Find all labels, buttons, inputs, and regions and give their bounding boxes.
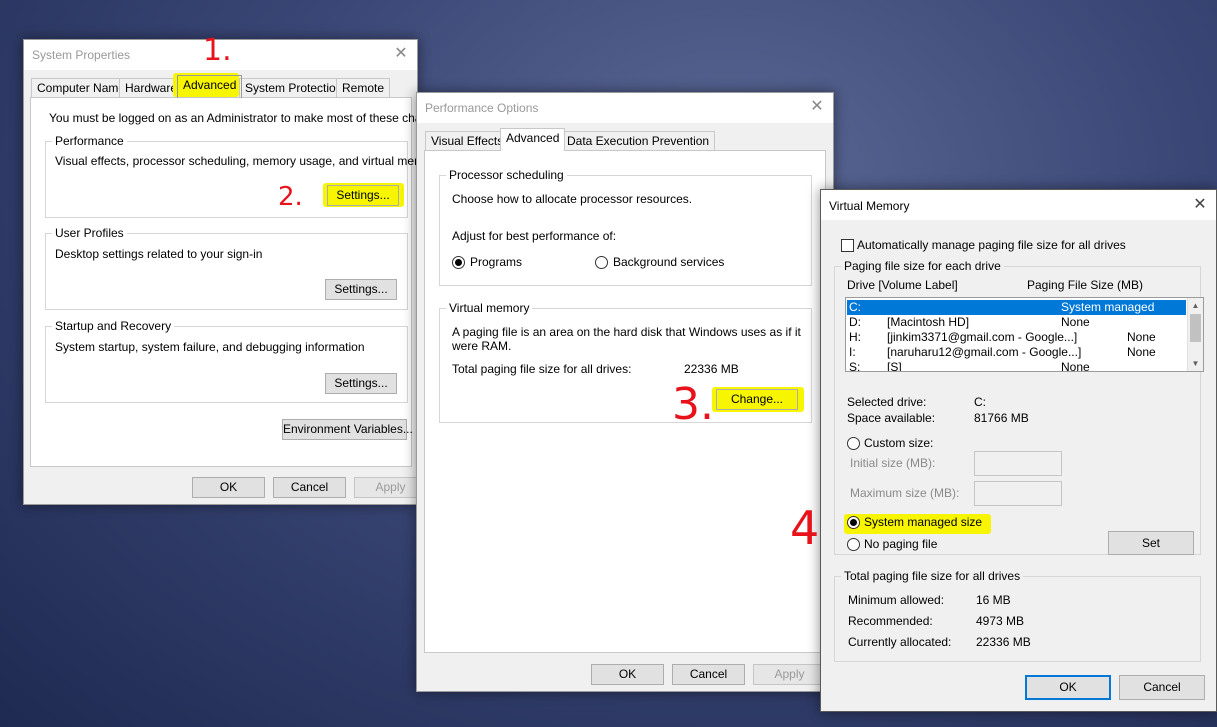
close-icon[interactable]: ✕ — [391, 44, 411, 64]
user-profiles-settings-button[interactable]: Settings... — [325, 279, 397, 300]
performance-options-title: Performance Options — [425, 101, 539, 115]
space-available-label: Space available: — [847, 411, 936, 425]
no-paging-file-radio[interactable] — [847, 538, 860, 551]
total-paging-value: 22336 MB — [684, 362, 739, 376]
total-paging-group: Total paging file size for all drives Mi… — [834, 569, 1201, 662]
environment-variables-button[interactable]: Environment Variables... — [282, 419, 413, 440]
total-paging-group-label: Total paging file size for all drives — [841, 569, 1024, 583]
initial-size-input[interactable] — [974, 451, 1062, 476]
performance-group: Performance Visual effects, processor sc… — [45, 134, 441, 218]
virtual-memory-group: Virtual memory A paging file is an area … — [439, 301, 812, 423]
background-services-radio[interactable] — [595, 256, 608, 269]
total-paging-label: Total paging file size for all drives: — [452, 362, 632, 376]
virtual-memory-window: Virtual Memory ✕ Automatically manage pa… — [820, 189, 1217, 712]
drive-list-scrollbar[interactable]: ▲ ▼ — [1187, 298, 1203, 371]
tab-remote[interactable]: Remote — [336, 78, 391, 98]
auto-manage-checkbox[interactable] — [841, 239, 854, 252]
performance-options-titlebar: Performance Options ✕ — [417, 93, 833, 123]
user-profiles-label: User Profiles — [52, 226, 127, 240]
custom-size-label: Custom size: — [864, 436, 934, 450]
list-item[interactable]: S: [S] None — [847, 360, 1186, 371]
currently-allocated-value: 22336 MB — [976, 635, 1031, 649]
initial-size-label: Initial size (MB): — [850, 456, 936, 470]
processor-scheduling-label: Processor scheduling — [446, 168, 567, 182]
tab-system-protection[interactable]: System Protection — [239, 78, 349, 98]
step-4-annotation: 4 — [790, 501, 820, 555]
admin-note: You must be logged on as an Administrato… — [49, 111, 451, 125]
no-paging-file-label: No paging file — [864, 537, 938, 551]
system-properties-title: System Properties — [32, 48, 131, 62]
performance-options-window: Performance Options ✕ Visual Effects Adv… — [416, 92, 834, 692]
chevron-up-icon[interactable]: ▲ — [1188, 298, 1203, 313]
cancel-button[interactable]: Cancel — [1119, 675, 1205, 700]
background-services-label: Background services — [613, 255, 725, 269]
tab-computer-name[interactable]: Computer Name — [31, 78, 132, 98]
space-available-value: 81766 MB — [974, 411, 1029, 425]
startup-recovery-desc: System startup, system failure, and debu… — [55, 340, 365, 354]
startup-settings-button[interactable]: Settings... — [325, 373, 397, 394]
list-item[interactable]: I: [naruharu12@gmail.com - Google...] No… — [847, 345, 1186, 360]
cancel-button[interactable]: Cancel — [273, 477, 346, 498]
minimum-allowed-label: Minimum allowed: — [848, 593, 945, 607]
maximum-size-label: Maximum size (MB): — [850, 486, 960, 500]
system-managed-label: System managed size — [864, 515, 983, 529]
currently-allocated-label: Currently allocated: — [848, 635, 952, 649]
virtual-memory-title: Virtual Memory — [829, 199, 910, 213]
step-2-annotation: 2. — [278, 182, 303, 212]
selected-drive-label: Selected drive: — [847, 395, 927, 409]
paging-file-group-label: Paging file size for each drive — [841, 259, 1004, 273]
programs-radio[interactable] — [452, 256, 465, 269]
system-managed-radio[interactable] — [847, 516, 860, 529]
chevron-down-icon[interactable]: ▼ — [1188, 356, 1203, 371]
user-profiles-desc: Desktop settings related to your sign-in — [55, 247, 263, 261]
selected-drive-value: C: — [974, 395, 986, 409]
set-button[interactable]: Set — [1108, 531, 1194, 555]
custom-size-radio[interactable] — [847, 437, 860, 450]
vmem-desc-line1: A paging file is an area on the hard dis… — [452, 325, 801, 339]
performance-desc: Visual effects, processor scheduling, me… — [55, 154, 441, 168]
adjust-label: Adjust for best performance of: — [452, 229, 617, 243]
ok-button[interactable]: OK — [1025, 675, 1111, 700]
programs-label: Programs — [470, 255, 523, 269]
list-item[interactable]: D: [Macintosh HD] None — [847, 315, 1186, 330]
col-size-header: Paging File Size (MB) — [1027, 278, 1144, 292]
virtual-memory-titlebar: Virtual Memory ✕ — [821, 190, 1216, 220]
scrollbar-thumb[interactable] — [1190, 314, 1201, 342]
change-button[interactable]: Change... — [716, 389, 798, 410]
system-properties-window: System Properties ✕ Computer Name Hardwa… — [23, 39, 451, 505]
maximum-size-input[interactable] — [974, 481, 1062, 506]
vmem-desc-line2: were RAM. — [452, 339, 512, 353]
close-icon[interactable]: ✕ — [807, 97, 827, 117]
recommended-value: 4973 MB — [976, 614, 1025, 628]
auto-manage-label: Automatically manage paging file size fo… — [857, 238, 1126, 252]
advanced-tab-pane: You must be logged on as an Administrato… — [30, 97, 451, 467]
step-1-annotation: 1. — [203, 33, 232, 68]
processor-desc: Choose how to allocate processor resourc… — [452, 192, 693, 206]
startup-recovery-group: Startup and Recovery System startup, sys… — [45, 319, 408, 403]
col-drive-header: Drive [Volume Label] — [847, 278, 958, 292]
paging-file-group: Paging file size for each drive Drive [V… — [834, 259, 1204, 555]
performance-settings-button[interactable]: Settings... — [327, 185, 399, 206]
drive-list[interactable]: C: System managed D: [Macintosh HD] None… — [845, 297, 1204, 372]
user-profiles-group: User Profiles Desktop settings related t… — [45, 226, 408, 310]
ok-button[interactable]: OK — [192, 477, 265, 498]
tab-visual-effects[interactable]: Visual Effects — [425, 131, 510, 151]
advanced-tab-pane: Processor scheduling Choose how to alloc… — [424, 150, 826, 653]
tab-advanced[interactable]: Advanced — [500, 128, 566, 151]
step-3-annotation: 3. — [672, 379, 714, 430]
tab-data-execution-prevention[interactable]: Data Execution Prevention — [561, 131, 716, 151]
startup-recovery-label: Startup and Recovery — [52, 319, 175, 333]
cancel-button[interactable]: Cancel — [672, 664, 745, 685]
list-item[interactable]: H: [jinkim3371@gmail.com - Google...] No… — [847, 330, 1186, 345]
processor-scheduling-group: Processor scheduling Choose how to alloc… — [439, 168, 812, 286]
recommended-label: Recommended: — [848, 614, 933, 628]
close-icon[interactable]: ✕ — [1190, 195, 1210, 215]
tab-advanced[interactable]: Advanced — [177, 75, 243, 98]
virtual-memory-label: Virtual memory — [446, 301, 533, 315]
minimum-allowed-value: 16 MB — [976, 593, 1011, 607]
list-item[interactable]: C: System managed — [847, 300, 1186, 315]
ok-button[interactable]: OK — [591, 664, 664, 685]
performance-label: Performance — [52, 134, 127, 148]
apply-button[interactable]: Apply — [753, 664, 826, 685]
